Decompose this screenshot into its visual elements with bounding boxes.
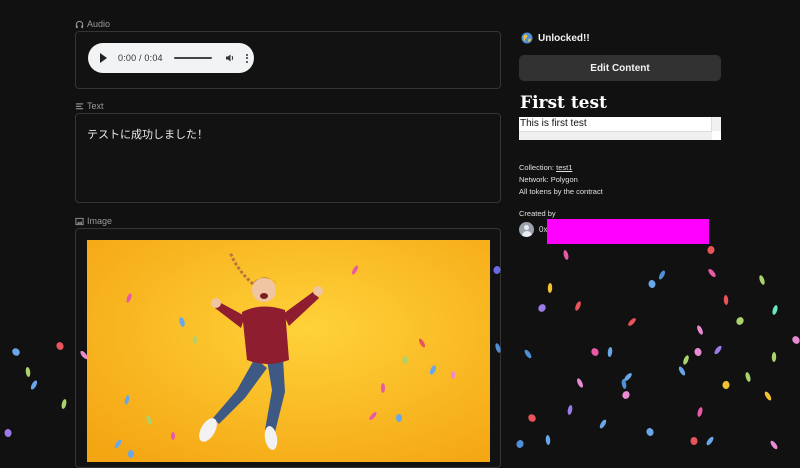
- confetti-piece: [736, 317, 744, 325]
- edit-content-button[interactable]: Edit Content: [519, 55, 721, 81]
- confetti-piece: [567, 405, 573, 415]
- confetti-piece: [599, 419, 607, 429]
- collection-label: Collection:: [519, 163, 555, 172]
- description-text: This is first test: [520, 118, 587, 129]
- confetti-piece: [563, 250, 569, 260]
- image-panel: [75, 228, 501, 468]
- text-lines-icon: [75, 102, 84, 109]
- confetti-piece: [714, 345, 722, 355]
- confetti-piece: [708, 268, 716, 278]
- text-section-label: Text: [75, 101, 104, 111]
- confetti-piece: [30, 380, 38, 390]
- confetti-piece: [697, 325, 703, 335]
- confetti-piece: [56, 342, 64, 350]
- nft-image: [87, 240, 490, 462]
- confetti-piece: [792, 336, 800, 344]
- confetti-piece: [577, 378, 583, 388]
- confetti-piece: [745, 372, 751, 382]
- volume-icon[interactable]: [225, 53, 235, 63]
- confetti-piece: [538, 304, 546, 312]
- confetti-piece: [591, 348, 599, 356]
- play-icon[interactable]: [100, 53, 107, 63]
- audio-section-label: Audio: [75, 19, 110, 29]
- text-panel: テストに成功しました！: [75, 113, 501, 203]
- confetti-piece: [683, 355, 689, 365]
- avatar: [519, 222, 534, 237]
- all-tokens-link[interactable]: All tokens by the contract: [519, 187, 603, 196]
- confetti-piece: [646, 428, 654, 436]
- confetti-piece: [25, 367, 31, 377]
- confetti-piece: [706, 436, 714, 446]
- network-value: Polygon: [550, 175, 578, 184]
- audio-time: 0:00 / 0:04: [118, 53, 163, 63]
- image-label: Image: [87, 216, 113, 226]
- network-row: Network: Polygon: [519, 175, 578, 184]
- description-textarea[interactable]: This is first test: [519, 117, 721, 140]
- confetti-piece: [12, 348, 20, 356]
- unlocked-status: Unlocked!!: [521, 32, 590, 44]
- vertical-scrollbar[interactable]: [711, 117, 721, 131]
- confetti-piece: [628, 318, 636, 326]
- confetti-piece: [772, 305, 778, 315]
- confetti-piece: [4, 429, 12, 437]
- text-label: Text: [87, 101, 104, 111]
- confetti-piece: [528, 414, 536, 422]
- confetti-piece: [658, 270, 666, 280]
- collection-link[interactable]: test1: [556, 163, 572, 172]
- confetti-piece: [723, 295, 729, 305]
- confetti-piece: [771, 352, 777, 362]
- confetti-piece: [545, 435, 551, 445]
- audio-panel: 0:00 / 0:04: [75, 31, 501, 89]
- text-content: テストに成功しました！: [87, 129, 208, 141]
- confetti-piece: [524, 349, 532, 359]
- more-options-icon[interactable]: [245, 53, 248, 63]
- confetti-piece: [678, 366, 686, 376]
- image-section-label: Image: [75, 216, 112, 226]
- network-label: Network:: [519, 175, 549, 184]
- creator-row[interactable]: 0x: [519, 222, 547, 237]
- headphones-icon: [75, 20, 84, 28]
- image-icon: [75, 217, 84, 225]
- audio-progress-slider[interactable]: [173, 57, 212, 59]
- audio-label: Audio: [87, 19, 111, 29]
- audio-player[interactable]: 0:00 / 0:04: [88, 43, 254, 73]
- confetti-piece: [61, 399, 67, 409]
- confetti-piece: [621, 379, 627, 389]
- confetti-piece: [707, 246, 715, 254]
- confetti-piece: [722, 381, 730, 389]
- globe-icon: [521, 32, 533, 44]
- confetti-piece: [622, 391, 630, 399]
- confetti-piece: [607, 347, 613, 357]
- confetti-piece: [759, 275, 765, 285]
- confetti-piece: [624, 373, 632, 381]
- horizontal-scrollbar[interactable]: [519, 131, 712, 140]
- confetti-piece: [547, 283, 553, 293]
- collection-row: Collection: test1: [519, 163, 572, 172]
- confetti-piece: [690, 437, 698, 445]
- unlocked-text: Unlocked!!: [538, 32, 590, 44]
- confetti-piece: [575, 301, 581, 311]
- created-by-label: Created by: [519, 209, 556, 218]
- redacted-address: [547, 219, 709, 244]
- confetti-piece: [516, 440, 524, 448]
- nft-title: First test: [520, 93, 607, 113]
- confetti-piece: [770, 440, 778, 450]
- confetti-piece: [694, 348, 702, 356]
- jumping-girl-image: [87, 240, 490, 462]
- confetti-piece: [648, 280, 656, 288]
- confetti-piece: [764, 391, 772, 401]
- confetti-piece: [697, 407, 703, 417]
